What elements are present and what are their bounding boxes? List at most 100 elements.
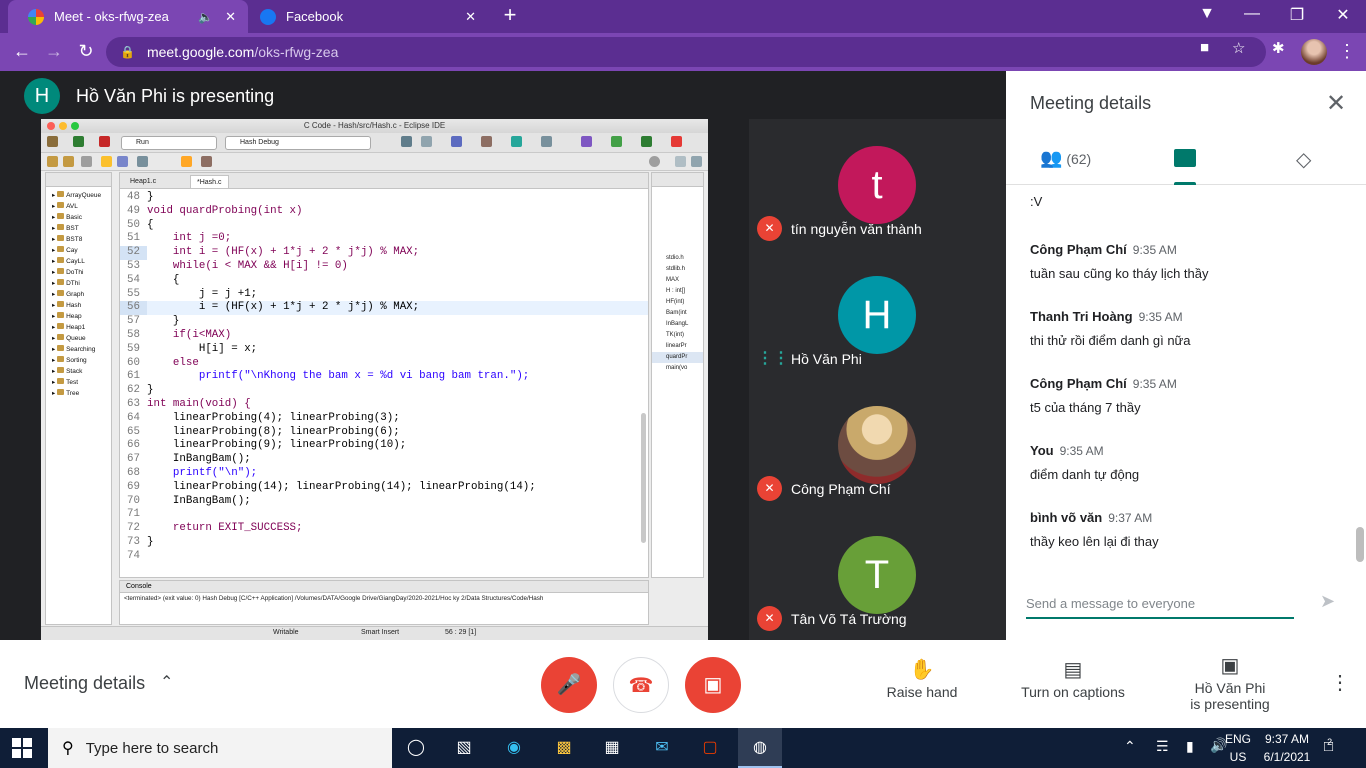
send-icon[interactable]: ➤ [1320,591,1335,612]
message-text: thi thử rồi điểm danh gì nữa [1030,333,1191,348]
tab-chat[interactable] [1174,149,1196,167]
close-window-button[interactable]: ✕ [1331,5,1355,25]
perspective-icon [675,156,686,167]
notification-count: 2 [1327,737,1333,747]
wifi-icon[interactable]: ☴ [1156,738,1169,755]
battery-icon[interactable]: ▮ [1186,738,1194,755]
shared-screen: C Code - Hash/src/Hash.c - Eclipse IDE R… [41,119,708,640]
bookmark-star-icon[interactable]: ☆ [1232,39,1245,57]
speaker-icon[interactable]: 🔈 [198,10,213,24]
captions-button[interactable]: ▤ Turn on captions [1013,656,1133,700]
participant-tile[interactable]: T ✕ Tân Võ Tá Trường [749,509,1006,639]
tab-facebook[interactable]: Facebook ✕ [248,0,488,33]
chat-input[interactable]: Send a message to everyone [1026,585,1294,619]
participant-name: tín nguyễn văn thành [791,221,922,237]
status-writable: Writable [273,629,299,636]
minimize-button[interactable]: — [1240,5,1264,23]
back-icon[interactable]: ← [10,41,34,62]
mic-off-icon: ✕ [757,476,782,501]
code-line: 48} [120,191,648,205]
project-item: ▸ Stack [52,367,83,375]
windows-start-icon[interactable] [12,738,32,758]
cortana-icon[interactable]: ◯ [404,737,428,759]
message-sender: bình võ văn [1030,510,1103,525]
chrome-taskbar-icon[interactable]: ◍ [738,728,782,768]
panel-tabs: 👥 (62) ◇ [1006,133,1366,185]
project-item: ▸ AVL [52,202,78,210]
tab-meet[interactable]: Meet - oks-rfwg-zea 🔈 ✕ [8,0,248,33]
project-label: Heap1 [66,324,86,331]
presenting-line2: is presenting [1190,696,1270,712]
clock[interactable]: 9:37 AM 6/1/2021 [1258,732,1316,764]
participant-tile[interactable]: H ⋮⋮ Hồ Văn Phi [749,249,1006,379]
code-area: 48} 49 void quardProbing(int x) 50{51 int j… [120,191,648,564]
mail-icon[interactable]: ✉ [650,737,674,759]
raise-hand-button[interactable]: ✋ Raise hand [882,656,962,700]
line-text: i = (HF(x) + 1*j + 2 * j*j) % MAX; [147,301,420,314]
project-label: Basic [66,214,82,221]
project-item: ▸ BST [52,224,79,232]
participant-tile[interactable]: ✕ Công Phạm Chí [749,379,1006,509]
url-host: meet.google.com [146,44,255,60]
reload-icon[interactable]: ↻ [74,41,98,62]
line-number: 67 [127,453,140,466]
project-item: ▸ Sorting [52,356,87,364]
lang-line2: US [1229,750,1247,764]
participant-tile[interactable]: t ✕ tín nguyễn văn thành [749,119,1006,249]
windows-taskbar: ⚲ Type here to search ◯ ▧ ◉ ▩ ▦ ✉ ▢ ◍ ⌃ … [0,728,1366,768]
close-panel-icon[interactable]: ✕ [1326,89,1346,118]
chat-scrollbar[interactable] [1356,527,1364,562]
maximize-button[interactable]: ❐ [1285,5,1309,25]
search-icon: ⚲ [62,740,74,757]
chrome-menu-icon[interactable]: ⋮ [1338,41,1356,62]
outline-item: InBangL [666,321,689,327]
clock-time: 9:37 AM [1264,732,1310,746]
tab-activities[interactable]: ◇ [1296,147,1311,172]
lock-icon[interactable]: 🔒 [120,45,135,59]
task-view-icon[interactable]: ▧ [452,737,476,759]
speaking-indicator-icon: ⋮⋮ [757,350,789,367]
mic-toggle-button[interactable]: 🎤 [541,657,597,713]
forward-icon[interactable]: → [42,41,66,62]
extensions-icon[interactable]: ✱ [1272,39,1285,57]
close-tab-icon[interactable]: ✕ [465,9,476,25]
toolbar-icon [511,136,522,147]
language-indicator[interactable]: ENG US [1218,732,1258,764]
message-text: thầy keo lên lại đi thay [1030,534,1159,549]
tray-chevron-icon[interactable]: ⌃ [1124,738,1136,755]
leave-call-button[interactable]: ☎ [613,657,669,713]
code-line: 65 linearProbing(8); linearProbing(6); [120,426,648,440]
outline-item: MAX [666,277,680,283]
store-icon[interactable]: ▦ [600,737,624,759]
toolbar-icon [81,156,92,167]
presenting-button[interactable]: ▣ Hồ Văn Phi is presenting [1180,652,1280,712]
camera-blocked-icon[interactable]: ■ [1200,39,1209,56]
chevron-up-icon[interactable]: ⌃ [160,672,173,692]
camera-toggle-button[interactable]: ▣ [685,657,741,713]
notification-icon[interactable]: □2 [1324,737,1338,755]
code-line: 52 int i = (HF(x) + 1*j + 2 * j*j) % MAX… [120,246,648,260]
project-item: ▸ Basic [52,213,82,221]
console-tab: Console [120,581,648,593]
line-text: j = j +1; [147,287,258,300]
line-text: return EXIT_SUCCESS; [147,522,303,535]
eclipse-toolbar-secondary [41,153,708,171]
new-tab-button[interactable]: + [498,4,522,28]
more-options-icon[interactable]: ⋮ [1330,670,1350,695]
folder-icon [57,202,65,208]
file-explorer-icon[interactable]: ▩ [552,737,576,759]
message-text: điểm danh tự động [1030,467,1140,482]
project-label: Heap [66,313,82,320]
project-label: BST [66,225,79,232]
close-tab-icon[interactable]: ✕ [225,9,236,25]
tab-people[interactable]: 👥 (62) [1040,148,1091,169]
address-bar[interactable]: 🔒 meet.google.com/oks-rfwg-zea [106,37,1266,67]
taskbar-search[interactable]: ⚲ Type here to search [48,728,392,768]
captions-label: Turn on captions [1021,684,1125,700]
tab-search-icon[interactable]: ▼ [1195,5,1219,23]
meeting-details-button[interactable]: Meeting details [24,673,145,694]
profile-avatar[interactable] [1301,39,1327,65]
edge-icon[interactable]: ◉ [502,737,526,759]
presenting-line1: Hồ Văn Phi [1194,680,1266,696]
office-icon[interactable]: ▢ [698,737,722,759]
